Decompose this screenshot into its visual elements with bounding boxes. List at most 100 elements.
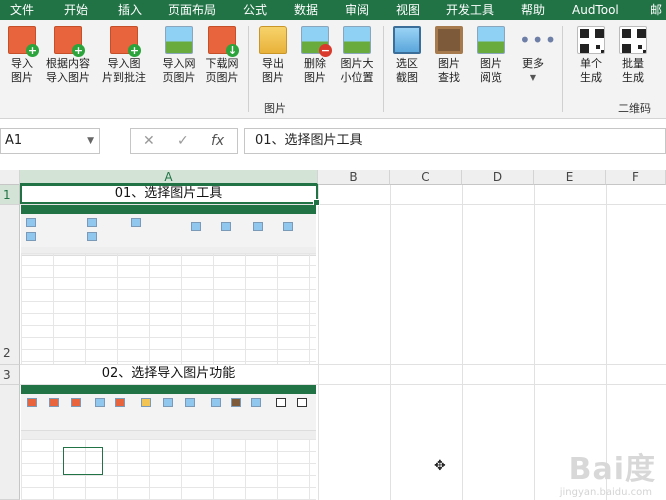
image-gallery-icon (477, 26, 505, 54)
cell-a3[interactable]: 02、选择导入图片功能 (21, 365, 316, 383)
thumb-icon (231, 398, 241, 407)
tab-audtool[interactable]: AudTool (572, 0, 619, 20)
tab-file[interactable]: 文件 (10, 0, 34, 20)
thumb-icon (26, 218, 36, 227)
ribbon-separator (562, 26, 563, 112)
tab-data[interactable]: 数据 (294, 0, 318, 20)
thumb-icon (297, 398, 307, 407)
thumb-grid (21, 253, 316, 364)
import-to-comment-button[interactable]: + 导入图 片到批注 (98, 26, 150, 85)
thumb-icon (131, 218, 141, 227)
ribbon: + 导入 图片 + 根据内容 导入图片 + 导入图 片到批注 导入网 页图片 ↓… (0, 20, 666, 119)
embedded-screenshot-2[interactable] (21, 385, 316, 500)
worksheet-grid: A B C D E F 1 2 3 01、选择图片工具 02、选择导入图片功能 (0, 170, 666, 500)
more-button[interactable]: ••• 更多 ▼ (515, 26, 558, 85)
row-header-2[interactable]: 2 (0, 205, 20, 365)
row-header-4[interactable] (0, 385, 20, 500)
tab-insert[interactable]: 插入 (118, 0, 142, 20)
import-web-image-button[interactable]: 导入网 页图片 (158, 26, 200, 85)
cancel-icon[interactable]: ✕ (143, 133, 155, 149)
thumb-icon (253, 222, 263, 231)
thumb-icon (251, 398, 261, 407)
thumb-icon (27, 398, 37, 407)
tab-home[interactable]: 开始 (64, 0, 88, 20)
baidu-watermark: Bai度 (568, 452, 656, 487)
thumb-selection (63, 447, 103, 475)
formula-controls: ✕ ✓ fx (130, 128, 238, 154)
embedded-screenshot-1[interactable] (21, 205, 316, 364)
image-comment-icon: + (110, 26, 141, 57)
qr-single-button[interactable]: 单个 生成 (573, 26, 609, 85)
folder-export-icon (259, 26, 287, 54)
move-cursor-icon: ✥ (434, 458, 446, 474)
column-gridline (534, 185, 535, 500)
thumb-icon (191, 222, 201, 231)
thumb-menu-bar (21, 385, 316, 394)
tab-view[interactable]: 视图 (396, 0, 420, 20)
group-label-qrcode: 二维码 (618, 102, 651, 115)
menu-bar: 文件 开始 插入 页面布局 公式 数据 审阅 视图 开发工具 帮助 AudToo… (0, 0, 666, 20)
export-image-button[interactable]: 导出 图片 (254, 26, 292, 85)
thumb-icon (115, 398, 125, 407)
thumb-icon (163, 398, 173, 407)
image-browse-button[interactable]: 图片 阅览 (473, 26, 509, 85)
ribbon-separator (383, 26, 384, 112)
tab-page-layout[interactable]: 页面布局 (168, 0, 216, 20)
thumb-menu-bar (21, 205, 316, 214)
thumb-icon (49, 398, 59, 407)
select-all-corner[interactable] (0, 170, 20, 185)
baidu-watermark-url: jingyan.baidu.com (559, 487, 652, 498)
tab-help[interactable]: 帮助 (521, 0, 545, 20)
qr-batch-icon (619, 26, 647, 54)
qr-batch-button[interactable]: 批量 生成 (615, 26, 651, 85)
thumb-icon (26, 232, 36, 241)
image-add-icon: + (8, 26, 39, 57)
tab-review[interactable]: 审阅 (345, 0, 369, 20)
thumb-icon (211, 398, 221, 407)
import-image-button[interactable]: + 导入 图片 (4, 26, 40, 85)
tab-developer[interactable]: 开发工具 (446, 0, 494, 20)
image-delete-icon: − (301, 26, 332, 57)
thumb-icon (185, 398, 195, 407)
fx-icon[interactable]: fx (211, 133, 224, 149)
group-label-picture: 图片 (264, 102, 286, 115)
thumb-icon (276, 398, 286, 407)
more-dots-icon: ••• (519, 28, 558, 52)
chevron-down-icon[interactable]: ▼ (87, 129, 94, 153)
column-header-c[interactable]: C (390, 170, 462, 185)
image-find-button[interactable]: 图片 查找 (431, 26, 467, 85)
delete-image-button[interactable]: − 删除 图片 (296, 26, 334, 85)
image-size-position-button[interactable]: 图片大 小位置 (336, 26, 378, 85)
column-gridline (318, 185, 319, 500)
tab-formulas[interactable]: 公式 (243, 0, 267, 20)
formula-input[interactable]: 01、选择图片工具 (244, 128, 666, 154)
thumb-icon (87, 232, 97, 241)
qr-single-icon (577, 26, 605, 54)
download-web-image-button[interactable]: ↓ 下载网 页图片 (201, 26, 243, 85)
tab-mail[interactable]: 邮 (650, 0, 662, 20)
thumb-icon (95, 398, 105, 407)
column-header-b[interactable]: B (318, 170, 390, 185)
import-by-content-button[interactable]: + 根据内容 导入图片 (42, 26, 94, 85)
name-box[interactable]: A1 ▼ (0, 128, 100, 154)
thumb-icon (221, 222, 231, 231)
row-header-3[interactable]: 3 (0, 365, 20, 385)
thumb-icon (283, 222, 293, 231)
confirm-icon[interactable]: ✓ (177, 133, 189, 149)
ribbon-separator (248, 26, 249, 112)
download-image-icon: ↓ (208, 26, 239, 57)
column-header-e[interactable]: E (534, 170, 606, 185)
screenshot-icon (393, 26, 421, 54)
column-header-a[interactable]: A (20, 170, 318, 185)
column-gridline (462, 185, 463, 500)
column-header-f[interactable]: F (606, 170, 666, 185)
selection-screenshot-button[interactable]: 选区 截图 (389, 26, 425, 85)
image-find-icon (435, 26, 463, 54)
thumb-icon (87, 218, 97, 227)
image-add-text-icon: + (54, 26, 85, 57)
column-header-d[interactable]: D (462, 170, 534, 185)
thumb-icon (141, 398, 151, 407)
chevron-down-icon: ▼ (529, 73, 537, 82)
row-header-1[interactable]: 1 (0, 185, 20, 205)
column-gridline (390, 185, 391, 500)
